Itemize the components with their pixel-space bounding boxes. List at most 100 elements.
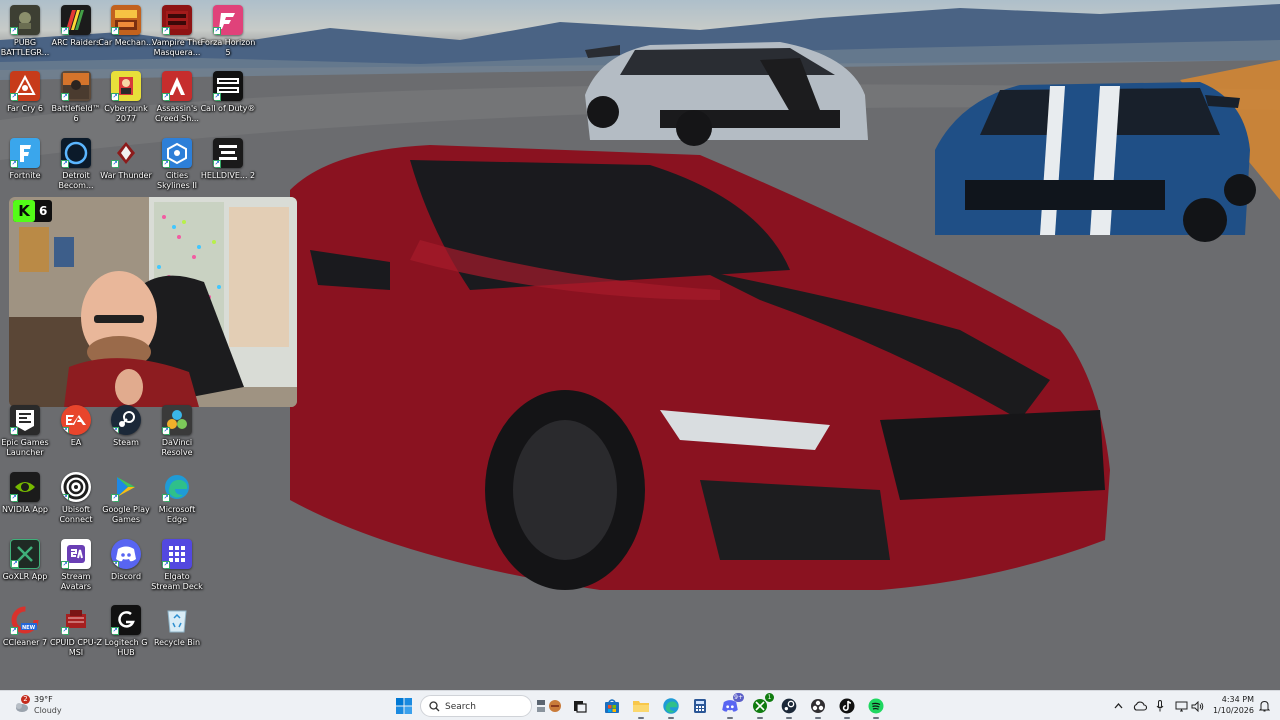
desktop-icon-pubg[interactable]: ↗ PUBG BATTLEGR... — [0, 5, 50, 67]
desktop-icon-steam[interactable]: ↗ Steam — [101, 405, 151, 467]
taskbar-clock[interactable]: 4:34 PM 1/10/2026 — [1208, 694, 1254, 716]
stream-avatars-icon: ↗ — [61, 539, 91, 569]
desktop-icon-edge[interactable]: ↗ Microsoft Edge — [152, 472, 202, 534]
chevron-up-icon — [1114, 703, 1122, 709]
desktop-icon-google-play-games[interactable]: ↗ Google Play Games — [101, 472, 151, 534]
desktop-icon-label: Fortnite — [9, 171, 41, 180]
desktop-icon-battlefield[interactable]: ↗ Battlefield™ 6 — [51, 71, 101, 133]
desktop-icon-stream-avatars[interactable]: ↗ Stream Avatars — [51, 539, 101, 601]
cpuz-icon: ↗ — [61, 605, 91, 635]
discord-icon: ↗ — [111, 539, 141, 569]
taskbar-xbox[interactable]: 1 — [749, 693, 774, 719]
desktop-icon-cities-skylines[interactable]: ↗ Cities Skylines II — [152, 138, 202, 200]
taskbar-store[interactable] — [601, 695, 623, 717]
desktop-icon-vampire[interactable]: ↗ Vampire The Masquera... — [152, 5, 202, 67]
network-icon — [1175, 701, 1187, 711]
desktop-icon-label: HELLDIVE... 2 — [200, 171, 256, 180]
desktop-icon-logitech-ghub[interactable]: ↗ Logitech G HUB — [101, 605, 151, 667]
desktop-icon-helldivers[interactable]: ↗ HELLDIVE... 2 — [200, 138, 256, 200]
edge-icon — [663, 698, 679, 714]
desktop-icon-recycle-bin[interactable]: Recycle Bin — [152, 605, 202, 667]
microphone-icon — [1156, 700, 1164, 712]
desktop-icon-ea[interactable]: ↗ EA — [51, 405, 101, 467]
desktop-icon-car-mechanic[interactable]: ↗ Car Mechan... — [98, 5, 154, 67]
taskbar-spotify[interactable] — [865, 695, 887, 719]
taskbar-edge[interactable] — [660, 695, 682, 719]
desktop-icon-label: Stream Avatars — [60, 572, 92, 591]
clock-date: 1/10/2026 — [1212, 706, 1254, 715]
desktop-icon-label: Logitech G HUB — [104, 638, 148, 657]
desktop-icon-stream-deck[interactable]: ↗ Elgato Stream Deck — [151, 539, 203, 601]
show-hidden-icons-button[interactable] — [1111, 696, 1125, 716]
store-icon — [605, 699, 619, 713]
desktop-icon-fortnite[interactable]: ↗ Fortnite — [0, 138, 50, 200]
detroit-icon: ↗ — [61, 138, 91, 168]
weather-temp: 39°F — [34, 695, 53, 704]
search-input[interactable] — [445, 699, 525, 715]
desktop-icon-detroit[interactable]: ↗ Detroit Becom... — [51, 138, 101, 200]
ubisoft-icon: ↗ — [61, 472, 91, 502]
volume-icon — [1191, 700, 1203, 712]
start-button[interactable] — [393, 695, 415, 717]
edge-icon: ↗ — [162, 472, 192, 502]
taskbar-calculator[interactable] — [689, 695, 711, 717]
desktop-icon-nvidia[interactable]: ↗ NVIDIA App — [0, 472, 50, 534]
desktop-icon-assassins-creed[interactable]: ↗ Assassin's Creed Sh... — [152, 71, 202, 133]
forza-icon: ↗ — [213, 5, 243, 35]
desktop-icon-davinci[interactable]: ↗ DaVinci Resolve — [152, 405, 202, 467]
task-view-button[interactable] — [569, 695, 591, 717]
battlefield-icon: ↗ — [61, 71, 91, 101]
desktop-icon-ccleaner[interactable]: NEW ↗ CCleaner 7 — [0, 605, 50, 667]
webcam-feed — [9, 197, 297, 407]
taskbar-discord[interactable]: 9+ — [719, 693, 744, 719]
desktop-icon-label: Forza Horizon 5 — [200, 38, 256, 57]
desktop-icon-label: Vampire The Masquera... — [151, 38, 203, 57]
tray-microphone[interactable] — [1153, 696, 1167, 716]
desktop-icon-label: Microsoft Edge — [158, 505, 196, 524]
kick-logo-icon: K — [13, 200, 35, 222]
desktop-icon-label: ARC Raiders — [51, 38, 101, 47]
desktop-icon-label: Detroit Becom... — [58, 171, 94, 190]
taskbar-search[interactable] — [420, 695, 532, 717]
blue-car — [935, 82, 1256, 242]
weather-widget[interactable]: 2 39°F Cloudy — [12, 694, 72, 718]
desktop-icon-arc-raiders[interactable]: ↗ ARC Raiders — [51, 5, 101, 67]
nvidia-icon: ↗ — [10, 472, 40, 502]
desktop-icon-discord[interactable]: ↗ Discord — [101, 539, 151, 601]
pubg-icon: ↗ — [10, 5, 40, 35]
taskbar-steam[interactable] — [778, 695, 800, 719]
obs-icon — [811, 699, 825, 713]
desktop-icon-label: Recycle Bin — [153, 638, 201, 647]
desktop-icon-far-cry[interactable]: ↗ Far Cry 6 — [0, 71, 50, 133]
desktop-icon-war-thunder[interactable]: ↗ War Thunder — [100, 138, 152, 200]
taskbar-file-explorer[interactable] — [630, 695, 652, 719]
notification-center-button[interactable] — [1257, 696, 1271, 716]
stream-deck-icon: ↗ — [162, 539, 192, 569]
widgets-button[interactable] — [536, 695, 564, 717]
desktop-icon-call-of-duty[interactable]: ↗ Call of Duty® — [201, 71, 255, 133]
desktop-icon-cpuz[interactable]: ↗ CPUID CPU-Z MSI — [50, 605, 102, 667]
cyberpunk-icon: ↗ — [111, 71, 141, 101]
tray-network[interactable] — [1173, 696, 1189, 716]
desktop-icon-label: Steam — [113, 438, 139, 447]
taskbar-obs[interactable] — [807, 695, 829, 719]
desktop-icon-forza[interactable]: ↗ Forza Horizon 5 — [200, 5, 256, 67]
weather-notification-badge: 2 — [21, 695, 30, 704]
clock-time: 4:34 PM — [1221, 695, 1254, 704]
steam-icon: ↗ — [111, 405, 141, 435]
desktop-icon-label: Discord — [110, 572, 142, 581]
car-mechanic-icon: ↗ — [111, 5, 141, 35]
taskbar-tiktok[interactable] — [836, 695, 858, 719]
tray-onedrive[interactable] — [1131, 696, 1149, 716]
desktop-icon-epic-games[interactable]: ↗ Epic Games Launcher — [0, 405, 50, 467]
desktop-icon-cyberpunk[interactable]: ↗ Cyberpunk 2077 — [101, 71, 151, 133]
desktop-icon-label: War Thunder — [100, 171, 152, 180]
recycle-bin-icon — [162, 605, 192, 635]
desktop-icon-label: PUBG BATTLEGR... — [0, 38, 50, 57]
desktop-icon-ubisoft[interactable]: ↗ Ubisoft Connect — [51, 472, 101, 534]
google-play-games-icon: ↗ — [111, 472, 141, 502]
desktop-icon-goxlr[interactable]: ↗ GoXLR App — [0, 539, 50, 601]
tray-volume[interactable] — [1190, 696, 1204, 716]
desktop-icon-label: EA — [70, 438, 82, 447]
fortnite-icon: ↗ — [10, 138, 40, 168]
